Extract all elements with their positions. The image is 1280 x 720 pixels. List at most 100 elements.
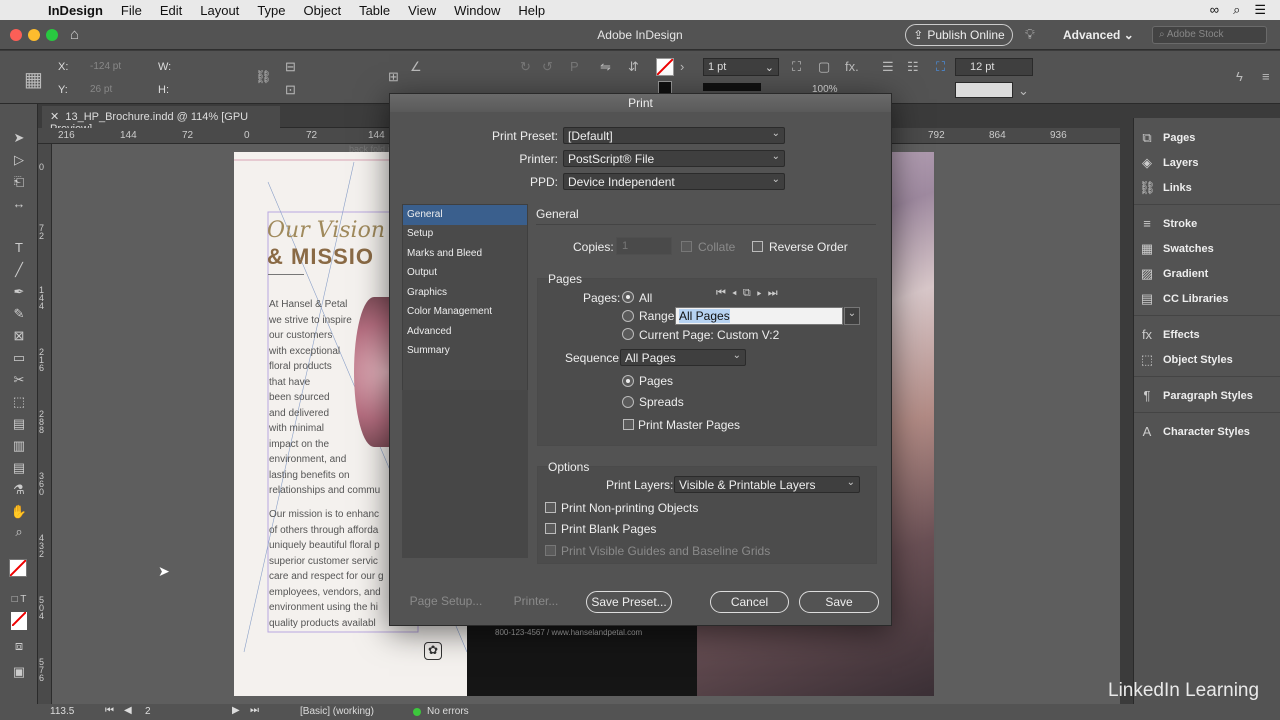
constrain-proportions-icon[interactable]: ⛓ <box>255 69 272 85</box>
close-tab-icon[interactable]: ✕ <box>50 111 59 123</box>
align-left-icon[interactable]: ☰ <box>882 59 894 75</box>
note-tool-icon[interactable]: ▤ <box>9 460 29 478</box>
menu-view[interactable]: View <box>399 3 445 18</box>
panel-paragraph-styles[interactable]: ¶ Paragraph Styles <box>1139 388 1253 403</box>
pages-range-radio[interactable] <box>622 310 634 322</box>
screen-mode-icon[interactable]: ⧈ <box>9 638 29 656</box>
panel-stroke[interactable]: ≡ Stroke <box>1139 216 1197 231</box>
range-dropdown-icon[interactable]: ⌄ <box>844 307 860 325</box>
object-style-dropdown-icon[interactable]: ⌄ <box>1018 83 1029 99</box>
rectangle-tool-icon[interactable]: ▭ <box>9 350 29 368</box>
para-intro[interactable]: At Hansel & Petal we strive to inspire o… <box>269 297 380 499</box>
stroke-type-preview[interactable] <box>703 83 761 91</box>
page-setup-button[interactable]: Page Setup... <box>404 591 488 613</box>
nav-summary[interactable]: Summary <box>403 341 527 361</box>
scale-y-icon[interactable]: ⊡ <box>285 82 296 98</box>
pages-current-radio[interactable] <box>622 328 634 340</box>
align-center-icon[interactable]: ☷ <box>907 59 919 75</box>
cancel-button[interactable]: Cancel <box>710 591 789 613</box>
zoom-level-field[interactable]: 113.5 <box>50 706 74 717</box>
direct-selection-tool-icon[interactable]: ▷ <box>9 152 29 170</box>
print-preset-dropdown[interactable]: [Default] ⌄ <box>563 127 785 144</box>
zoom-tool-icon[interactable]: ⌕ <box>9 524 29 542</box>
hand-tool-icon[interactable]: ✋ <box>9 504 29 522</box>
menu-window[interactable]: Window <box>445 3 509 18</box>
collate-checkbox[interactable] <box>681 241 692 252</box>
nav-setup[interactable]: Setup <box>403 224 527 244</box>
eyedropper-tool-icon[interactable]: ⚗ <box>9 482 29 500</box>
pen-tool-icon[interactable]: ✒ <box>9 284 29 302</box>
print-master-pages-checkbox[interactable] <box>623 419 634 430</box>
menu-file[interactable]: File <box>112 3 151 18</box>
page-tool-icon[interactable]: ⎗ <box>9 174 29 192</box>
scale-x-icon[interactable]: ⊟ <box>285 59 296 75</box>
line-tool-icon[interactable]: ╱ <box>9 262 29 280</box>
spreads-mode-radio[interactable] <box>622 396 634 408</box>
para-mission[interactable]: Our mission is to enhanc of others throu… <box>269 507 384 631</box>
print-visible-guides-checkbox[interactable] <box>545 545 556 556</box>
nav-marks-and-bleed[interactable]: Marks and Bleed <box>403 244 527 264</box>
flip-horizontal-icon[interactable]: ⇋ <box>600 59 611 75</box>
save-button[interactable]: Save <box>799 591 879 613</box>
stroke-weight-field[interactable]: 1 pt ⌄ <box>703 58 779 76</box>
flip-vertical-icon[interactable]: ⇵ <box>628 59 639 75</box>
object-style-field[interactable] <box>955 82 1013 98</box>
frame-fitting-icon[interactable]: ⛶ <box>792 59 801 75</box>
y-field[interactable]: 26 pt <box>90 84 112 95</box>
rotate-ccw-icon[interactable]: ↺ <box>542 59 553 75</box>
rotate-angle-icon[interactable]: ∠ <box>410 59 422 75</box>
copies-field[interactable]: 1 <box>616 237 672 255</box>
free-transform-tool-icon[interactable]: ⬚ <box>9 394 29 412</box>
panel-layers[interactable]: ◈ Layers <box>1139 155 1198 171</box>
menu-layout[interactable]: Layout <box>191 3 248 18</box>
page-number-field[interactable]: 2 <box>145 706 151 717</box>
reverse-order-checkbox[interactable] <box>752 241 763 252</box>
sequence-dropdown[interactable]: All Pages ⌄ <box>620 349 746 366</box>
document-tab[interactable]: ✕ 13_HP_Brochure.indd @ 114% [GPU Previe… <box>42 106 280 135</box>
app-menu[interactable]: InDesign <box>48 3 112 18</box>
page-grid-icon[interactable]: ⧉ <box>743 287 757 299</box>
nav-output[interactable]: Output <box>403 263 527 283</box>
lightbulb-icon[interactable]: 💡︎ <box>1025 26 1035 43</box>
panel-links[interactable]: ⛓ Links <box>1139 180 1192 196</box>
next-page-icon[interactable]: ▶ <box>232 705 240 716</box>
first-page-icon[interactable]: ⏮ <box>716 287 732 299</box>
print-blank-pages-checkbox[interactable] <box>545 523 556 534</box>
last-page-icon[interactable]: ⏭ <box>250 705 259 716</box>
path-type-icon[interactable]: P <box>570 59 579 74</box>
adobe-stock-search[interactable]: ⌕ Adobe Stock <box>1152 26 1267 44</box>
quick-apply-icon[interactable]: ϟ <box>1236 69 1243 84</box>
nav-general[interactable]: General <box>403 205 527 225</box>
content-fit-icon[interactable]: ▢ <box>818 59 830 75</box>
workspace-switcher[interactable]: Advanced ⌄ <box>1063 28 1134 42</box>
spotlight-search-icon[interactable]: ⌕ <box>1233 2 1240 18</box>
menu-object[interactable]: Object <box>295 3 351 18</box>
menu-type[interactable]: Type <box>248 3 294 18</box>
page-navigator[interactable]: ⏮◂⧉▸⏭ <box>716 287 784 300</box>
ppd-dropdown[interactable]: Device Independent ⌄ <box>563 173 785 190</box>
menu-edit[interactable]: Edit <box>151 3 191 18</box>
scissors-tool-icon[interactable]: ✂ <box>9 372 29 390</box>
creative-cloud-icon[interactable]: ∞ <box>1210 2 1219 18</box>
next-page-icon[interactable]: ▸ <box>757 287 768 299</box>
pages-mode-radio[interactable] <box>622 375 634 387</box>
notification-list-icon[interactable]: ☰ <box>1254 2 1266 18</box>
column-gutter-field[interactable]: 12 pt <box>955 58 1033 76</box>
selection-tool-icon[interactable]: ➤ <box>9 130 29 148</box>
effects-fx-icon[interactable]: fx. <box>845 59 859 74</box>
print-nonprinting-checkbox[interactable] <box>545 502 556 513</box>
gradient-feather-tool-icon[interactable]: ▥ <box>9 438 29 456</box>
first-page-icon[interactable]: ⏮ <box>105 705 114 716</box>
pages-all-radio[interactable] <box>622 291 634 303</box>
fill-menu-arrow-icon[interactable]: › <box>680 59 684 74</box>
range-input[interactable]: All Pages <box>675 307 843 325</box>
prev-page-icon[interactable]: ◀ <box>124 705 132 716</box>
panel-effects[interactable]: fx Effects <box>1139 327 1200 342</box>
control-panel-menu-icon[interactable]: ≡ <box>1262 69 1270 84</box>
panel-gradient[interactable]: ▨ Gradient <box>1139 266 1208 282</box>
apply-none-icon[interactable] <box>11 611 27 630</box>
formatting-affects-icon[interactable]: □ T <box>9 594 29 612</box>
type-tool-icon[interactable]: T <box>9 240 29 258</box>
publish-online-button[interactable]: ⇪ Publish Online <box>905 24 1013 46</box>
workflow-status[interactable]: [Basic] (working) <box>300 706 374 717</box>
